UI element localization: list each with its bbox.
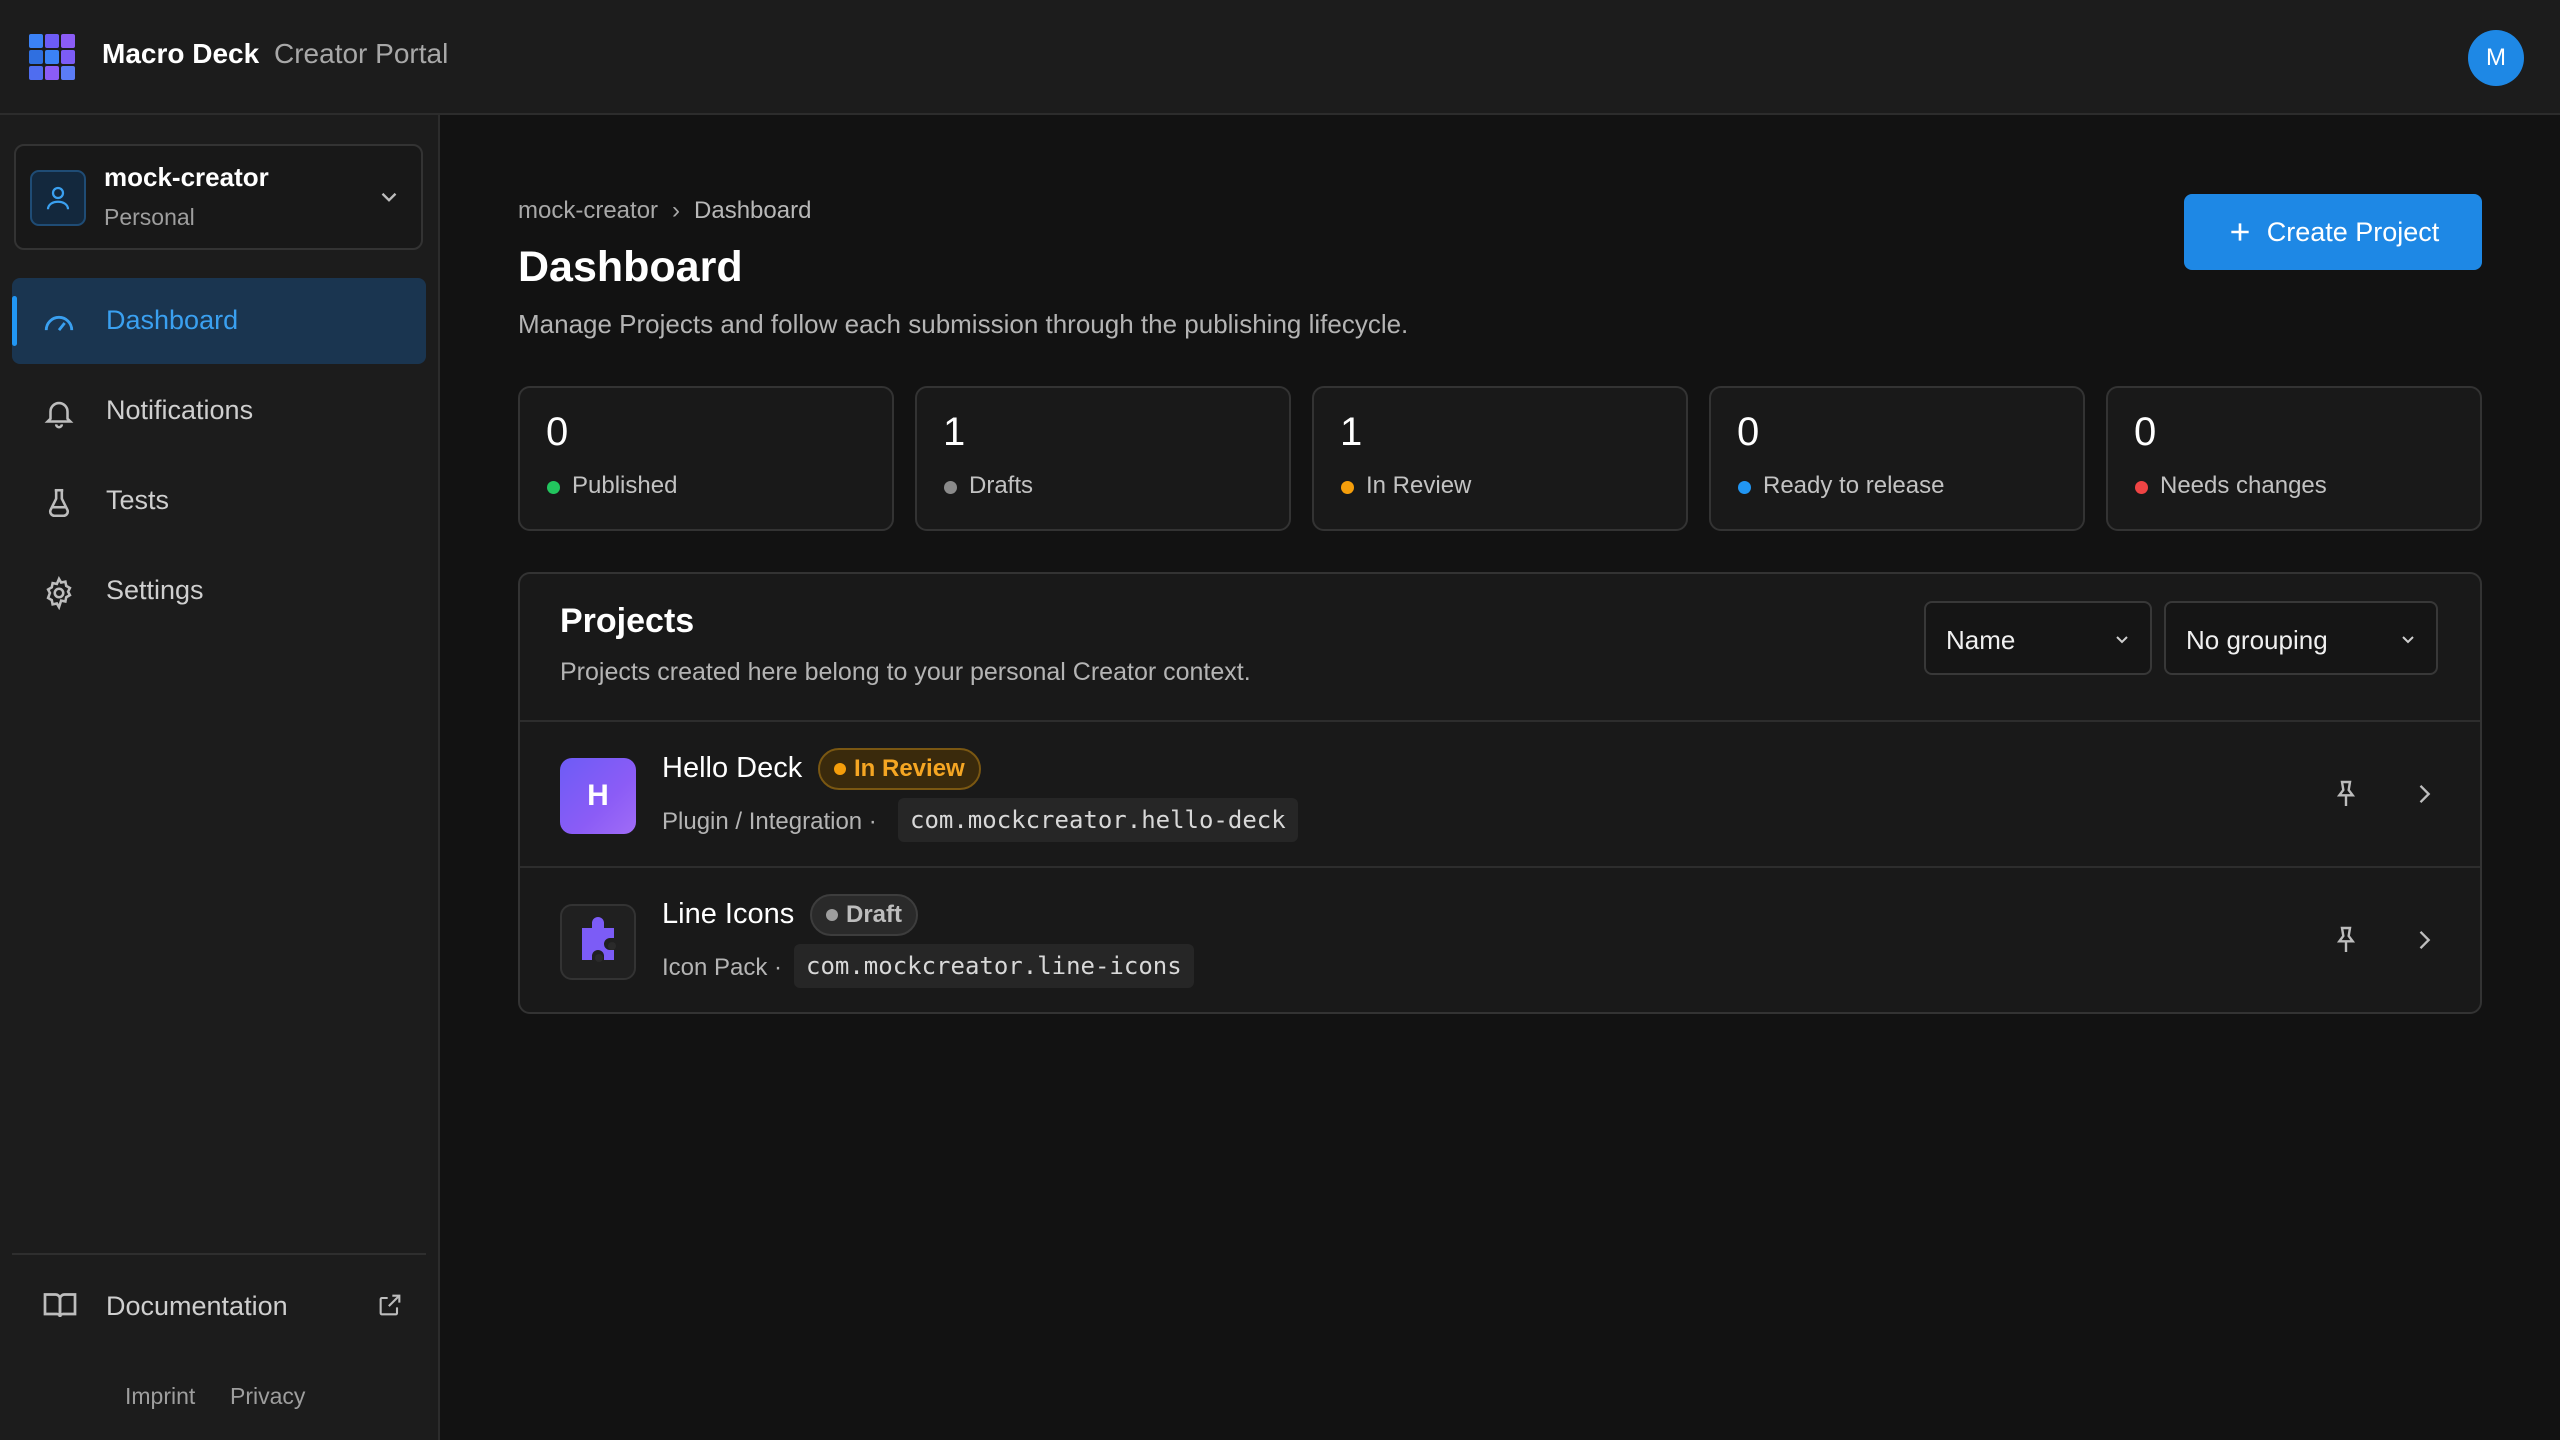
stat-card-ready-to-release[interactable]: 0 Ready to release <box>1709 386 2085 531</box>
sidebar-item-dashboard[interactable]: Dashboard <box>12 278 426 364</box>
project-id: com.mockcreator.hello-deck <box>898 798 1298 842</box>
top-bar: Macro Deck Creator Portal M <box>0 0 2560 115</box>
privacy-link[interactable]: Privacy <box>230 1383 305 1410</box>
pin-icon[interactable] <box>2330 924 2362 956</box>
stat-label: In Review <box>1366 472 1472 499</box>
stat-label: Ready to release <box>1763 472 1945 499</box>
chevron-right-icon[interactable] <box>2410 926 2438 954</box>
chevron-down-icon <box>2116 636 2128 644</box>
project-name[interactable]: Line Icons <box>662 898 794 931</box>
book-icon <box>43 1293 77 1318</box>
gauge-icon <box>44 315 74 331</box>
user-avatar[interactable]: M <box>2468 30 2524 86</box>
stat-card-in-review[interactable]: 1 In Review <box>1312 386 1688 531</box>
context-name: mock-creator <box>104 162 269 192</box>
breadcrumb-root[interactable]: mock-creator <box>518 197 658 225</box>
chevron-right-icon[interactable] <box>2410 780 2438 808</box>
context-switcher[interactable]: mock-creator Personal <box>14 144 423 250</box>
grouping-select-value: No grouping <box>2186 625 2328 655</box>
status-dot <box>944 481 957 494</box>
gear-icon <box>46 576 72 610</box>
status-dot <box>826 909 838 921</box>
stat-count: 1 <box>1340 410 1363 454</box>
stat-card-published[interactable]: 0 Published <box>518 386 894 531</box>
bell-icon <box>44 401 74 429</box>
project-type: Plugin / Integration · <box>662 808 877 835</box>
flask-icon <box>48 488 70 518</box>
create-project-button[interactable]: Create Project <box>2184 194 2482 270</box>
sidebar-item-tests[interactable]: Tests <box>12 458 426 544</box>
projects-title: Projects <box>560 602 695 640</box>
status-dot <box>2135 481 2148 494</box>
documentation-link[interactable]: Documentation <box>12 1275 426 1335</box>
status-badge-label: Draft <box>846 901 903 928</box>
sidebar-divider <box>12 1253 426 1255</box>
breadcrumb: mock-creator › Dashboard <box>518 197 811 225</box>
context-type: Personal <box>104 204 195 230</box>
status-dot <box>1738 481 1751 494</box>
project-id: com.mockcreator.line-icons <box>794 944 1194 988</box>
plus-icon <box>2231 223 2249 241</box>
breadcrumb-separator: › <box>672 197 681 224</box>
stat-label: Needs changes <box>2160 472 2327 499</box>
stat-card-drafts[interactable]: 1 Drafts <box>915 386 1291 531</box>
page-title: Dashboard <box>518 243 743 291</box>
status-dot <box>1341 481 1354 494</box>
stat-card-needs-changes[interactable]: 0 Needs changes <box>2106 386 2482 531</box>
sidebar-item-label: Notifications <box>106 395 254 425</box>
brand-name[interactable]: Macro Deck <box>102 38 259 70</box>
brand-subtitle: Creator Portal <box>274 38 449 69</box>
projects-subtitle: Projects created here belong to your per… <box>560 658 1251 686</box>
project-row-hello-deck[interactable]: H Hello Deck In Review Plugin / Integrat… <box>520 722 2480 866</box>
sidebar-item-label: Settings <box>106 575 204 605</box>
sidebar-item-notifications[interactable]: Notifications <box>12 368 426 454</box>
project-row-line-icons[interactable]: Line Icons Draft Icon Pack · com.mockcre… <box>520 868 2480 1012</box>
stat-count: 1 <box>943 410 966 454</box>
imprint-link[interactable]: Imprint <box>125 1383 195 1410</box>
grouping-select[interactable]: No grouping <box>2164 601 2438 675</box>
stat-label: Drafts <box>969 472 1034 499</box>
projects-panel: Projects Projects created here belong to… <box>518 572 2482 1014</box>
project-avatar: H <box>560 758 636 834</box>
project-name[interactable]: Hello Deck <box>662 752 802 785</box>
stat-count: 0 <box>1737 410 1760 454</box>
status-badge-label: In Review <box>854 755 965 782</box>
stat-count: 0 <box>546 410 569 454</box>
sidebar: mock-creator Personal Dashboard Notifica… <box>0 115 440 1440</box>
status-dot <box>834 763 846 775</box>
sidebar-item-settings[interactable]: Settings <box>12 548 426 634</box>
status-badge: In Review <box>818 748 981 790</box>
sidebar-item-label: Dashboard <box>106 305 239 335</box>
chevron-down-icon <box>2402 636 2414 644</box>
page-subtitle: Manage Projects and follow each submissi… <box>518 309 1409 339</box>
status-dot <box>547 481 560 494</box>
create-project-label: Create Project <box>2266 216 2440 247</box>
stat-count: 0 <box>2134 410 2157 454</box>
pin-icon[interactable] <box>2330 778 2362 810</box>
sort-select-value: Name <box>1946 625 2016 655</box>
sort-select[interactable]: Name <box>1924 601 2152 675</box>
breadcrumb-current: Dashboard <box>694 197 812 224</box>
user-icon <box>30 170 86 226</box>
documentation-label: Documentation <box>106 1291 288 1321</box>
project-type: Icon Pack · <box>662 954 783 981</box>
external-link-icon <box>379 1294 401 1316</box>
sidebar-item-label: Tests <box>106 485 170 515</box>
puzzle-icon <box>560 904 636 980</box>
chevron-down-icon <box>381 192 397 202</box>
grid-logo-icon[interactable] <box>29 32 79 82</box>
status-badge: Draft <box>810 894 919 936</box>
stat-label: Published <box>572 472 678 499</box>
